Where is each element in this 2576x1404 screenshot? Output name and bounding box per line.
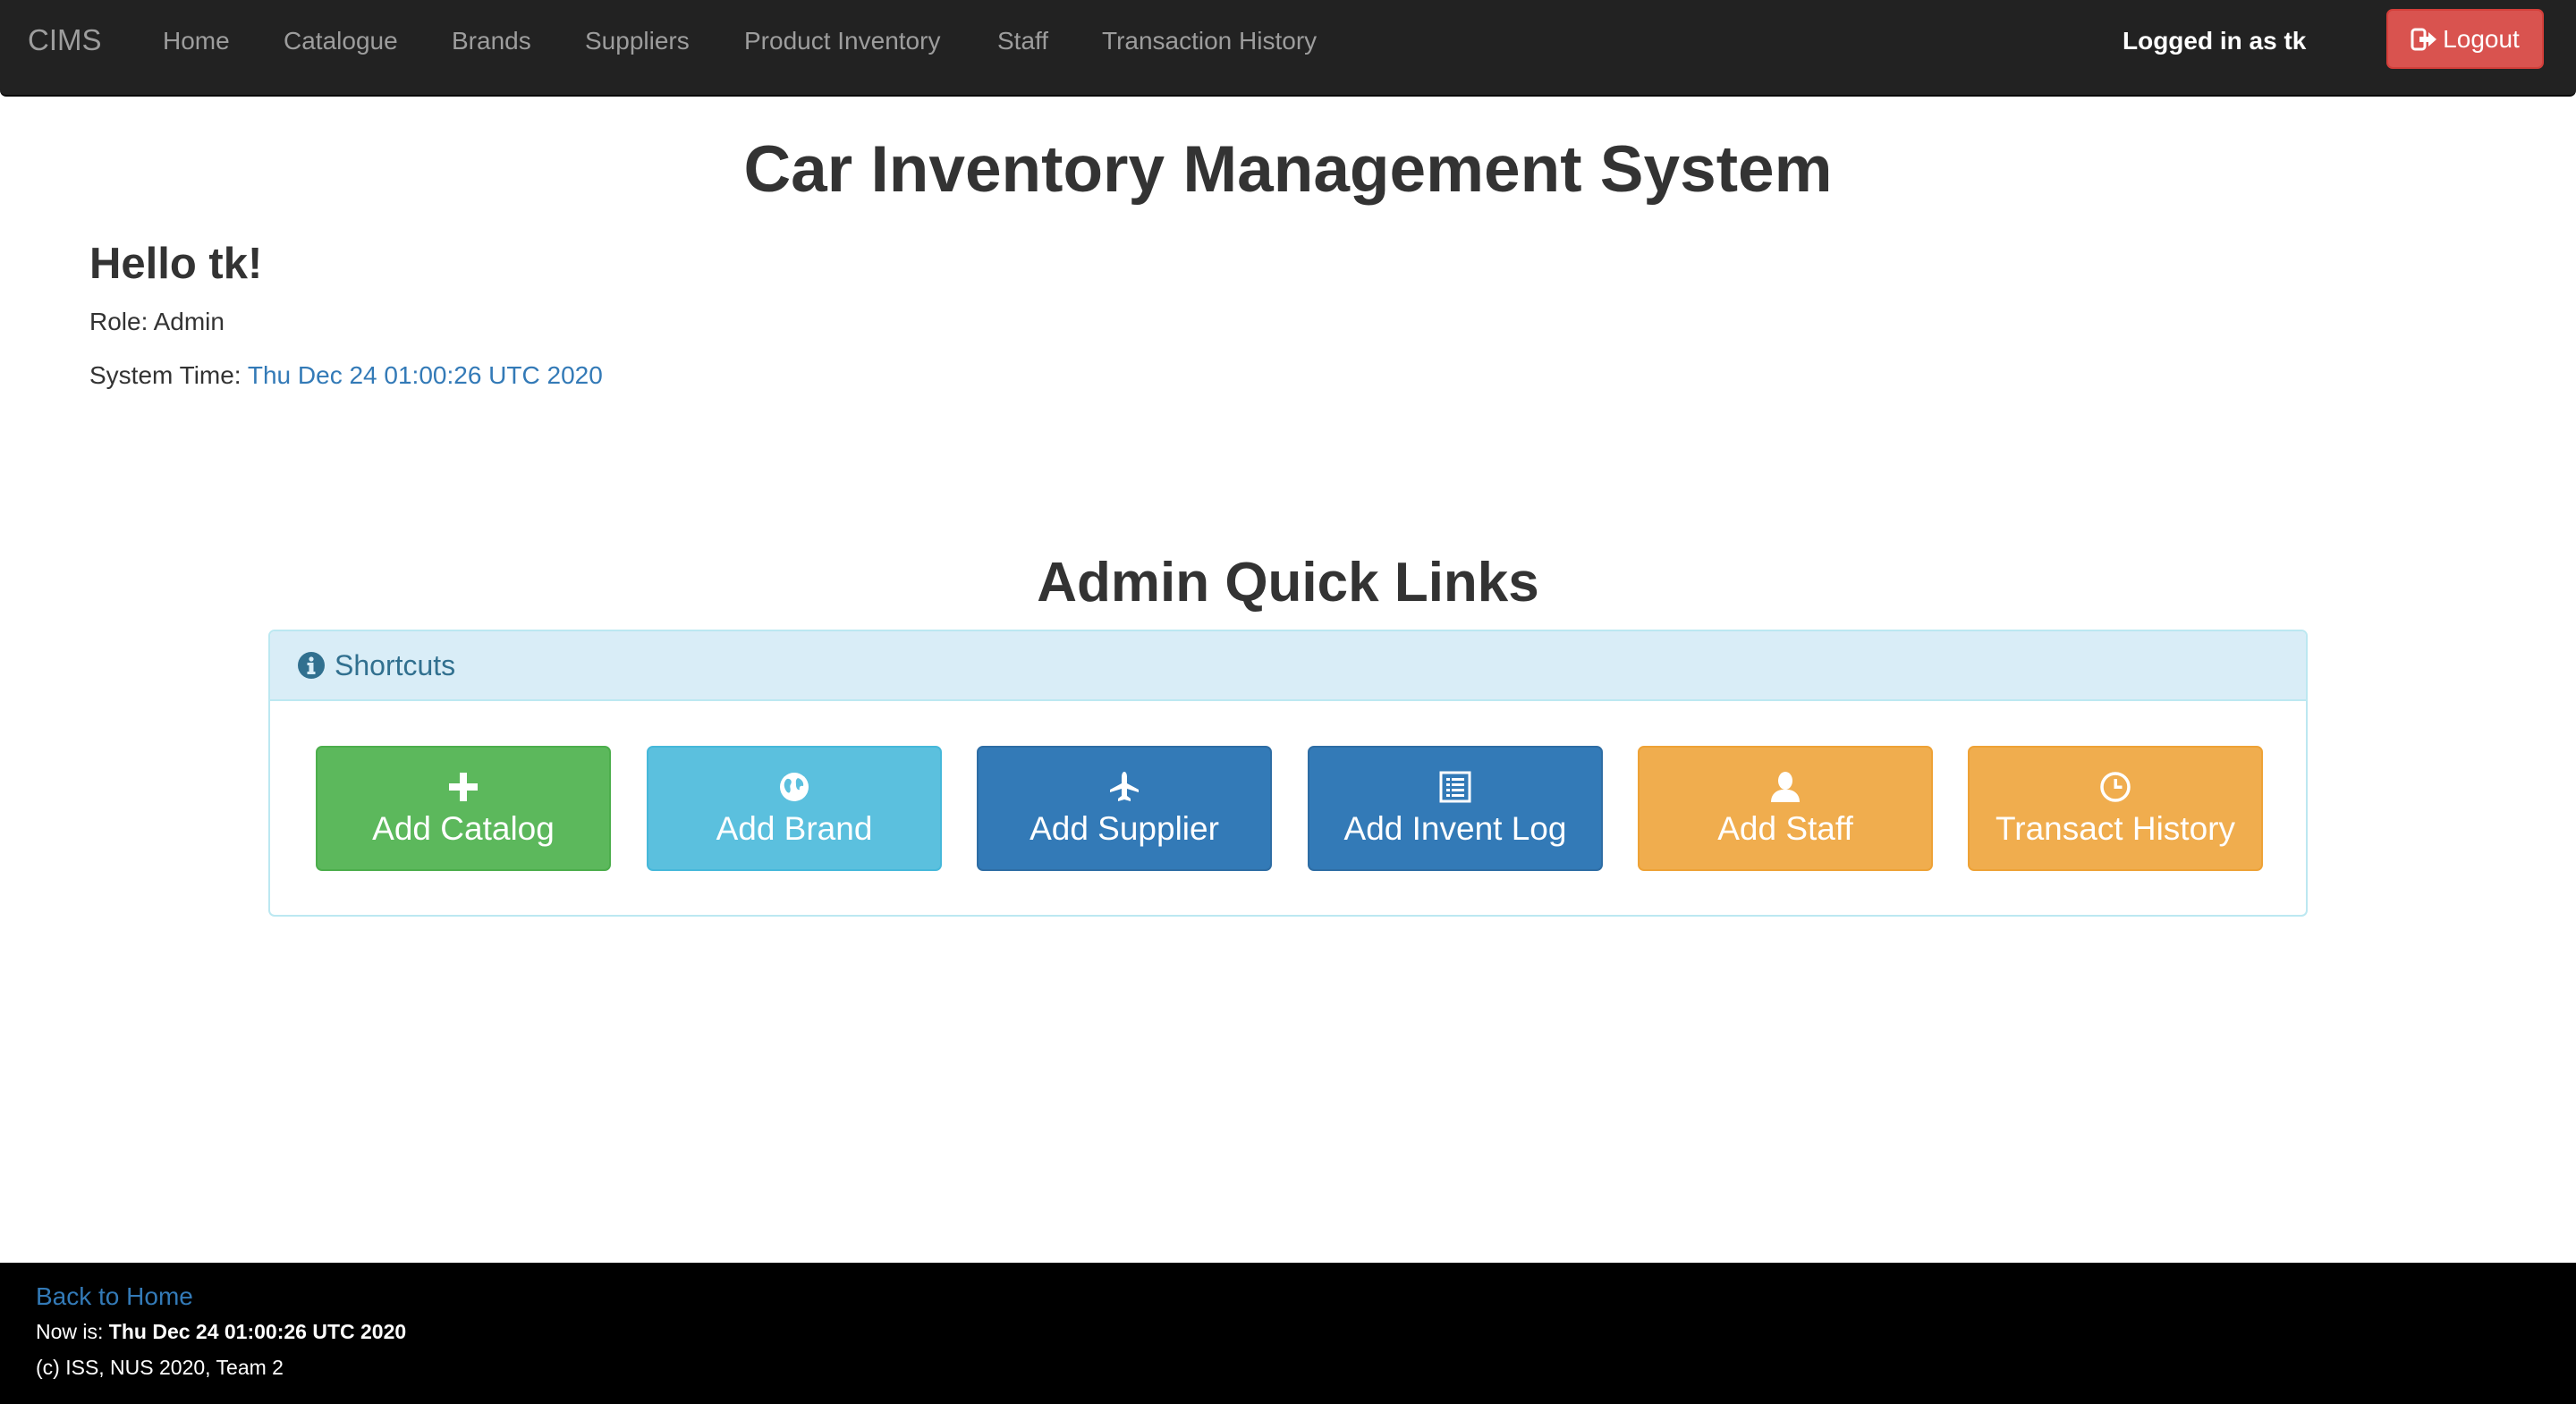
add-brand-button[interactable]: Add Brand xyxy=(647,746,942,871)
greeting-heading: Hello tk! xyxy=(89,240,263,288)
user-icon xyxy=(1771,772,1800,802)
add-supplier-button[interactable]: Add Supplier xyxy=(977,746,1272,871)
add-catalog-label: Add Catalog xyxy=(372,810,555,847)
plus-icon xyxy=(449,773,478,801)
footer-now-value: Thu Dec 24 01:00:26 UTC 2020 xyxy=(108,1320,407,1343)
top-navbar: CIMS Home Catalogue Brands Suppliers Pro… xyxy=(0,0,2576,97)
brand-link[interactable]: CIMS xyxy=(28,20,102,61)
clock-icon xyxy=(2100,772,2131,802)
footer-now-label: Now is: xyxy=(36,1320,104,1343)
back-to-home-link[interactable]: Back to Home xyxy=(36,1279,193,1315)
logout-icon xyxy=(2411,28,2437,50)
role-line: Role: Admin xyxy=(89,304,225,340)
add-catalog-button[interactable]: Add Catalog xyxy=(316,746,611,871)
shortcuts-panel-heading: Shortcuts xyxy=(270,631,2306,701)
add-brand-label: Add Brand xyxy=(716,810,873,847)
transact-history-button[interactable]: Transact History xyxy=(1968,746,2263,871)
system-time-line: System Time: Thu Dec 24 01:00:26 UTC 202… xyxy=(89,358,603,393)
system-time-label: System Time: xyxy=(89,361,242,389)
info-icon xyxy=(298,652,325,679)
plane-icon xyxy=(1110,772,1139,801)
globe-icon xyxy=(780,773,809,801)
role-value: Admin xyxy=(153,308,225,335)
logout-button[interactable]: Logout xyxy=(2386,9,2544,69)
add-staff-label: Add Staff xyxy=(1717,810,1853,847)
role-label: Role: xyxy=(89,308,148,335)
page-footer: Back to Home Now is: Thu Dec 24 01:00:26… xyxy=(0,1263,2576,1404)
logout-label: Logout xyxy=(2443,24,2520,53)
nav-item-staff[interactable]: Staff xyxy=(997,23,1048,59)
nav-item-brands[interactable]: Brands xyxy=(452,23,531,59)
page-title: Car Inventory Management System xyxy=(743,133,1833,206)
shortcuts-panel: Shortcuts Add Catalog Add Brand Add Supp… xyxy=(268,630,2308,917)
add-invent-log-button[interactable]: Add Invent Log xyxy=(1308,746,1603,871)
nav-item-catalogue[interactable]: Catalogue xyxy=(284,23,398,59)
add-staff-button[interactable]: Add Staff xyxy=(1638,746,1933,871)
shortcuts-heading-label: Shortcuts xyxy=(335,648,456,681)
system-time-value: Thu Dec 24 01:00:26 UTC 2020 xyxy=(247,361,603,389)
logged-in-status: Logged in as tk xyxy=(2123,27,2307,55)
nav-item-transaction-history[interactable]: Transaction History xyxy=(1102,23,1317,59)
add-supplier-label: Add Supplier xyxy=(1030,810,1219,847)
quick-links-title: Admin Quick Links xyxy=(1037,552,1539,613)
footer-copyright: (c) ISS, NUS 2020, Team 2 xyxy=(36,1356,284,1379)
nav-item-home[interactable]: Home xyxy=(163,23,230,59)
list-icon xyxy=(1439,771,1471,803)
nav-item-suppliers[interactable]: Suppliers xyxy=(585,23,690,59)
transact-history-label: Transact History xyxy=(1996,810,2235,847)
add-invent-log-label: Add Invent Log xyxy=(1343,810,1567,847)
nav-item-product-inventory[interactable]: Product Inventory xyxy=(744,23,940,59)
footer-now-line: Now is: Thu Dec 24 01:00:26 UTC 2020 xyxy=(36,1316,406,1347)
